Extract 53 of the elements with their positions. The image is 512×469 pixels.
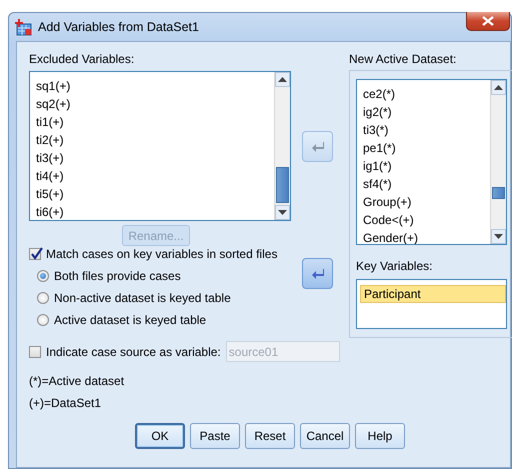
radio-button[interactable] [37,270,49,282]
list-item[interactable]: ti3(+) [33,149,274,167]
radio-label: Non-active dataset is keyed table [54,291,231,305]
scroll-down-icon[interactable] [275,205,290,220]
dialog-button[interactable]: OK [135,423,185,449]
list-item[interactable]: ti2(+) [33,131,274,149]
list-item[interactable]: ti4(+) [33,167,274,185]
field-label: Excluded Variables: [29,52,136,67]
list-item[interactable]: Code<(+) [360,211,490,229]
list-item[interactable]: ti5(+) [33,185,274,203]
list-item[interactable]: sq1(+) [33,77,274,95]
checkbox-label: Indicate case source as variable: [46,344,221,358]
dialog-button[interactable]: Paste [190,423,240,449]
list-item[interactable]: ig1(*) [360,157,490,175]
dialog-button[interactable]: Help [355,423,405,449]
list-item[interactable]: Group(+) [360,193,490,211]
radio-button[interactable] [37,292,49,304]
scroll-thumb[interactable] [276,167,289,203]
radio-button[interactable] [37,314,49,326]
left-arrow-icon [310,268,324,280]
list-item[interactable]: ti3(*) [360,121,490,139]
checkbox-label: Match cases on key variables in sorted files [46,247,278,261]
list-box[interactable]: Participant [356,279,507,329]
scrollbar[interactable] [274,72,290,220]
scroll-thumb[interactable] [492,187,505,199]
scroll-down-icon[interactable] [491,229,506,244]
left-arrow-icon [310,140,324,152]
list-item[interactable]: ti6(+) [33,203,274,220]
field-label: New Active Dataset: [349,52,458,67]
list-item[interactable]: ig2(*) [360,103,490,121]
dialog-button[interactable]: Reset [245,423,295,449]
list-item[interactable]: ti1(+) [33,113,274,131]
scroll-up-icon[interactable] [491,80,506,95]
legend-text: (+)=DataSet1 [29,396,102,411]
table-add-icon [14,18,32,36]
list-item[interactable]: sf4(*) [360,175,490,193]
list-item[interactable]: pe1(*) [360,139,490,157]
radio-label: Active dataset is keyed table [54,313,206,327]
dialog-button[interactable]: Cancel [300,423,350,449]
window-title: Add Variables from DataSet1 [38,20,199,34]
radio-label: Both files provide cases [54,269,181,283]
move-button[interactable] [302,258,333,289]
close-button[interactable] [466,12,510,31]
close-icon [482,16,494,26]
checkbox[interactable] [29,248,41,260]
scroll-up-icon[interactable] [275,72,290,87]
field-label: Key Variables: [356,259,434,274]
list-box[interactable]: sq1(+) sq2(+) ti1(+) ti2(+) ti3(+) ti4(+) ti5(+) ti6(+) [29,71,291,221]
scrollbar[interactable] [490,80,506,244]
list-item[interactable]: Participant [360,285,506,303]
list-item[interactable]: ce2(*) [360,85,490,103]
legend-text: (*)=Active dataset [29,374,126,389]
list-item[interactable]: sq2(+) [33,95,274,113]
